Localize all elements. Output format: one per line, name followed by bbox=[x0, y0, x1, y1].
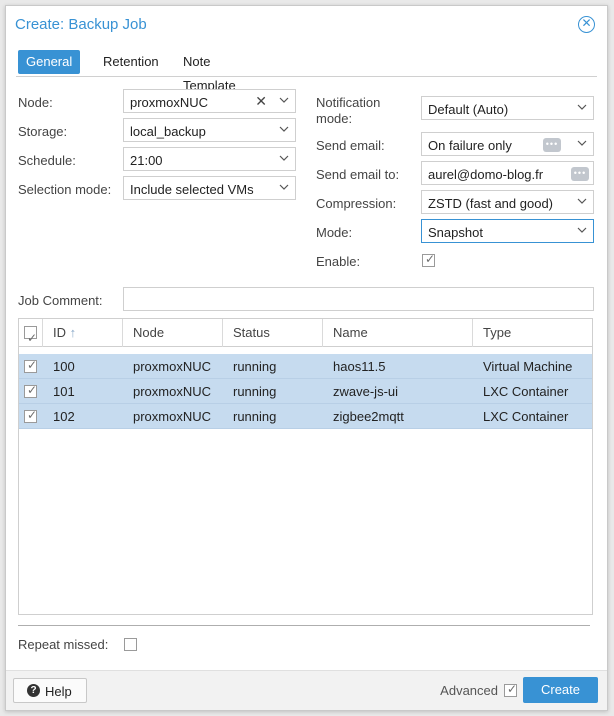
cell-name: haos11.5 bbox=[333, 359, 386, 374]
row-checkbox[interactable]: ✓ bbox=[24, 408, 38, 423]
cell-id: 101 bbox=[53, 384, 75, 399]
table-row[interactable]: ✓ 101 proxmoxNUC running zwave-js-ui LXC… bbox=[19, 379, 592, 404]
section-divider bbox=[18, 625, 590, 626]
storage-label: Storage: bbox=[18, 124, 68, 139]
mode-label: Mode: bbox=[316, 225, 353, 240]
question-circle-icon: ? bbox=[27, 684, 40, 697]
chevron-down-icon[interactable] bbox=[576, 101, 588, 113]
node-label: Node: bbox=[18, 95, 53, 110]
schedule-select[interactable]: 21:00 bbox=[123, 147, 296, 171]
dialog-footer: ? Help Advanced ✓ Create bbox=[6, 670, 607, 710]
clear-x-icon[interactable]: ✕ bbox=[255, 93, 267, 110]
cell-status: running bbox=[233, 359, 277, 374]
node-select[interactable]: proxmoxNUC ✕ bbox=[123, 89, 296, 113]
checkmark-icon: ✓ bbox=[27, 358, 38, 372]
checkmark-icon: ✓ bbox=[27, 408, 38, 422]
repeat-missed-label: Repeat missed: bbox=[18, 637, 109, 652]
grid-header: ✓ ID ↑ Node Status Name Type bbox=[19, 319, 592, 347]
notification-mode-label-line1: Notification bbox=[316, 95, 381, 110]
ellipsis-icon[interactable]: ••• bbox=[571, 167, 589, 181]
mode-select[interactable]: Snapshot bbox=[421, 219, 594, 243]
cell-type: LXC Container bbox=[483, 384, 569, 399]
advanced-checkbox[interactable]: ✓ bbox=[504, 682, 518, 697]
select-all-cell[interactable]: ✓ bbox=[19, 319, 43, 347]
chevron-down-icon[interactable] bbox=[576, 137, 588, 149]
table-row[interactable]: ✓ 100 proxmoxNUC running haos11.5 Virtua… bbox=[19, 354, 592, 379]
notification-mode-label: Notification mode: bbox=[316, 95, 380, 127]
tab-general[interactable]: General bbox=[18, 50, 81, 74]
cell-status: running bbox=[233, 409, 277, 424]
send-email-to-input[interactable]: aurel@domo-blog.fr ••• bbox=[421, 161, 594, 185]
column-header-id[interactable]: ID ↑ bbox=[43, 319, 123, 347]
compression-select[interactable]: ZSTD (fast and good) bbox=[421, 190, 594, 214]
node-value: proxmoxNUC bbox=[130, 95, 209, 110]
checkmark-icon: ✓ bbox=[27, 383, 38, 397]
selection-mode-select[interactable]: Include selected VMs bbox=[123, 176, 296, 200]
column-header-id-label: ID bbox=[53, 325, 66, 340]
storage-select[interactable]: local_backup bbox=[123, 118, 296, 142]
table-row[interactable]: ✓ 102 proxmoxNUC running zigbee2mqtt LXC… bbox=[19, 404, 592, 429]
row-checkbox[interactable]: ✓ bbox=[24, 358, 38, 373]
create-button[interactable]: Create bbox=[523, 677, 598, 703]
cell-node: proxmoxNUC bbox=[133, 409, 212, 424]
send-email-value: On failure only bbox=[428, 138, 512, 153]
backup-job-dialog: Create: Backup Job ✕ General Retention N… bbox=[5, 5, 608, 711]
help-button-label: Help bbox=[45, 684, 72, 699]
cell-name: zwave-js-ui bbox=[333, 384, 399, 399]
cell-type: LXC Container bbox=[483, 409, 569, 424]
dialog-title: Create: Backup Job bbox=[15, 16, 147, 33]
compression-value: ZSTD (fast and good) bbox=[428, 196, 553, 211]
select-all-checkbox[interactable]: ✓ bbox=[24, 326, 37, 345]
cell-id: 102 bbox=[53, 409, 75, 424]
column-header-status[interactable]: Status bbox=[223, 319, 323, 347]
help-button[interactable]: ? Help bbox=[13, 678, 87, 703]
column-header-node[interactable]: Node bbox=[123, 319, 223, 347]
enable-label: Enable: bbox=[316, 254, 361, 269]
mode-value: Snapshot bbox=[428, 225, 483, 240]
chevron-down-icon[interactable] bbox=[278, 123, 290, 135]
send-email-label: Send email: bbox=[316, 138, 385, 153]
advanced-label: Advanced bbox=[440, 683, 498, 698]
cell-node: proxmoxNUC bbox=[133, 359, 212, 374]
selection-mode-value: Include selected VMs bbox=[130, 182, 254, 197]
send-email-select[interactable]: On failure only ••• bbox=[421, 132, 594, 156]
checkmark-icon: ✓ bbox=[507, 682, 518, 696]
close-icon[interactable]: ✕ bbox=[578, 16, 595, 33]
cell-id: 100 bbox=[53, 359, 75, 374]
schedule-label: Schedule: bbox=[18, 153, 76, 168]
cell-name: zigbee2mqtt bbox=[333, 409, 404, 424]
row-checkbox[interactable]: ✓ bbox=[24, 383, 38, 398]
job-comment-label: Job Comment: bbox=[18, 293, 103, 308]
chevron-down-icon[interactable] bbox=[278, 152, 290, 164]
repeat-missed-checkbox[interactable] bbox=[124, 638, 137, 651]
checkmark-icon: ✓ bbox=[27, 331, 38, 345]
cell-node: proxmoxNUC bbox=[133, 384, 212, 399]
chevron-down-icon[interactable] bbox=[278, 181, 290, 193]
send-email-to-label: Send email to: bbox=[316, 167, 400, 182]
chevron-down-icon[interactable] bbox=[576, 195, 588, 207]
tab-divider bbox=[16, 76, 597, 77]
cell-type: Virtual Machine bbox=[483, 359, 573, 374]
cell-status: running bbox=[233, 384, 277, 399]
enable-checkbox[interactable]: ✓ bbox=[422, 252, 436, 267]
schedule-value: 21:00 bbox=[130, 153, 163, 168]
vm-grid: ✓ ID ↑ Node Status Name Type ✓ 100 proxm… bbox=[18, 318, 593, 615]
notification-mode-value: Default (Auto) bbox=[428, 102, 509, 117]
ellipsis-icon[interactable]: ••• bbox=[543, 138, 561, 152]
tab-retention[interactable]: Retention bbox=[95, 50, 167, 74]
notification-mode-label-line2: mode: bbox=[316, 111, 353, 126]
storage-value: local_backup bbox=[130, 124, 206, 139]
chevron-down-icon[interactable] bbox=[278, 94, 290, 106]
send-email-to-value: aurel@domo-blog.fr bbox=[428, 167, 544, 182]
chevron-down-icon[interactable] bbox=[576, 224, 588, 236]
compression-label: Compression: bbox=[316, 196, 397, 211]
column-header-name[interactable]: Name bbox=[323, 319, 473, 347]
tab-note-template[interactable]: Note Template bbox=[175, 50, 244, 93]
sort-ascending-icon: ↑ bbox=[69, 325, 77, 340]
checkmark-icon: ✓ bbox=[425, 252, 436, 266]
selection-mode-label: Selection mode: bbox=[18, 182, 112, 197]
notification-mode-select[interactable]: Default (Auto) bbox=[421, 96, 594, 120]
job-comment-input[interactable] bbox=[123, 287, 594, 311]
column-header-type[interactable]: Type bbox=[473, 319, 593, 347]
